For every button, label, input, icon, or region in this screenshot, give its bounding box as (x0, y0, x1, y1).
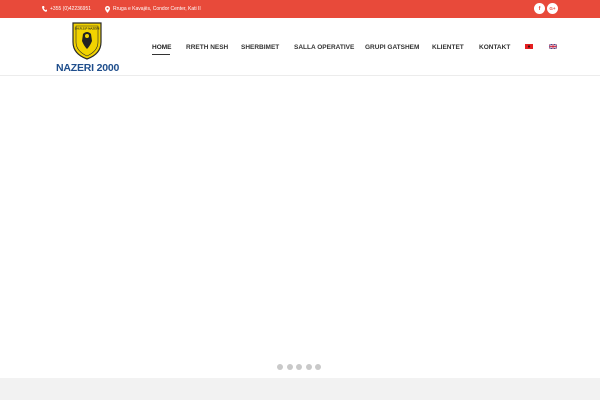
nav-item-salla-operative[interactable]: SALLA OPERATIVE (294, 44, 354, 51)
nav-item-rreth-nesh[interactable]: RRETH NESH (186, 44, 228, 51)
nav-item-sherbimet[interactable]: SHERBIMET (241, 44, 279, 51)
phone-number: +355 (0)42236951 (50, 6, 92, 12)
slider-dot[interactable] (315, 364, 321, 370)
crest-text: SH.R.S.P NAZERI (75, 27, 100, 31)
slider-dot[interactable] (296, 364, 302, 370)
nav-item-grupi-gatshem[interactable]: GRUPI GATSHEM (365, 44, 419, 51)
nav-item-klientet[interactable]: KLIENTET (432, 44, 464, 51)
facebook-icon[interactable]: f (534, 3, 545, 14)
slider-dot[interactable] (305, 364, 312, 370)
content-band (0, 378, 600, 400)
address-info: Rruga e Kavajës, Condor Center, Kati II (105, 0, 201, 18)
logo-name: NAZERI 2000 (56, 62, 120, 74)
uk-flag-icon[interactable] (549, 44, 557, 49)
google-plus-icon[interactable]: G+ (547, 3, 558, 14)
slider-dot[interactable] (277, 364, 283, 370)
map-pin-icon (105, 5, 110, 13)
slider-dots (277, 364, 321, 370)
phone-icon (42, 6, 47, 12)
site-logo[interactable]: SH.R.S.P NAZERI NAZERI 2000 (56, 22, 120, 74)
albania-flag-icon[interactable] (525, 44, 533, 49)
hero-slider[interactable] (0, 77, 600, 377)
crest-icon: SH.R.S.P NAZERI (72, 22, 102, 60)
nav-item-home[interactable]: HOME (152, 44, 172, 51)
active-nav-underline (152, 54, 170, 55)
site-header: SH.R.S.P NAZERI NAZERI 2000 HOME RRETH N… (0, 18, 600, 76)
phone-contact[interactable]: +355 (0)42236951 (42, 0, 91, 18)
address-text: Rruga e Kavajës, Condor Center, Kati II (113, 6, 201, 12)
nav-item-kontakt[interactable]: KONTAKT (479, 44, 510, 51)
top-bar: +355 (0)42236951 Rruga e Kavajës, Condor… (0, 0, 600, 18)
slider-dot[interactable] (286, 364, 293, 370)
